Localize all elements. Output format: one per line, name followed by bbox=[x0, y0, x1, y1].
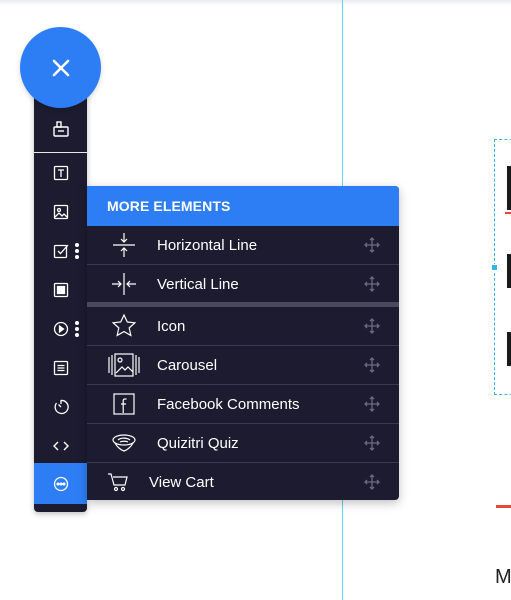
drag-handle-icon[interactable] bbox=[364, 357, 380, 373]
image-icon bbox=[53, 204, 68, 220]
drag-handle-icon[interactable] bbox=[364, 474, 380, 490]
facebook-icon bbox=[113, 393, 135, 415]
element-item-label: Icon bbox=[157, 318, 186, 335]
element-toolbar bbox=[34, 80, 87, 512]
more-options-icon[interactable] bbox=[75, 243, 79, 259]
drag-handle-icon[interactable] bbox=[364, 435, 380, 451]
form-tool[interactable] bbox=[34, 349, 87, 387]
video-tool[interactable] bbox=[34, 310, 87, 348]
panel-title: MORE ELEMENTS bbox=[107, 198, 231, 214]
widget-icon bbox=[52, 121, 69, 137]
timer-tool[interactable] bbox=[34, 388, 87, 426]
element-item-label: Quizitri Quiz bbox=[157, 435, 239, 452]
canvas-text-line bbox=[507, 332, 511, 366]
element-item-horizontal-line[interactable]: Horizontal Line bbox=[87, 226, 399, 265]
box-icon bbox=[53, 282, 68, 298]
element-item-quizitri-quiz[interactable]: Quizitri Quiz bbox=[87, 424, 399, 463]
star-icon bbox=[111, 313, 137, 337]
form-icon bbox=[53, 360, 68, 376]
canvas-text-line bbox=[507, 166, 511, 210]
drag-handle-icon[interactable] bbox=[364, 318, 380, 334]
checkbox-tool[interactable] bbox=[34, 232, 87, 270]
close-icon bbox=[52, 59, 69, 76]
close-toolbar-button[interactable] bbox=[20, 27, 101, 108]
box-tool[interactable] bbox=[34, 271, 87, 309]
element-item-facebook-comments[interactable]: Facebook Comments bbox=[87, 385, 399, 424]
element-item-view-cart[interactable]: View Cart bbox=[87, 463, 399, 500]
resize-handle[interactable] bbox=[491, 264, 498, 271]
horizontal-line-icon bbox=[113, 233, 135, 257]
drag-handle-icon[interactable] bbox=[364, 276, 380, 292]
vertical-line-icon bbox=[112, 273, 136, 295]
element-item-label: Carousel bbox=[157, 357, 218, 374]
element-item-label: Horizontal Line bbox=[157, 237, 258, 254]
code-tool[interactable] bbox=[34, 427, 87, 465]
more-options-icon[interactable] bbox=[75, 321, 79, 337]
canvas-spellcheck-underline bbox=[505, 212, 511, 214]
carousel-icon bbox=[108, 353, 140, 377]
canvas-divider bbox=[496, 505, 511, 508]
drag-handle-icon[interactable] bbox=[364, 237, 380, 253]
timer-icon bbox=[54, 399, 69, 415]
element-item-icon[interactable]: Icon bbox=[87, 307, 399, 346]
code-icon bbox=[52, 441, 69, 451]
panel-header: MORE ELEMENTS bbox=[87, 186, 399, 226]
canvas-text: M bbox=[495, 566, 511, 588]
quiz-icon bbox=[112, 434, 136, 452]
element-item-label: View Cart bbox=[149, 474, 214, 491]
canvas-text-line bbox=[507, 254, 511, 288]
text-icon bbox=[53, 165, 68, 181]
more-icon bbox=[53, 476, 68, 491]
text-tool[interactable] bbox=[34, 154, 87, 192]
play-icon bbox=[53, 321, 68, 337]
widget-tool[interactable] bbox=[34, 110, 87, 148]
element-item-vertical-line[interactable]: Vertical Line bbox=[87, 265, 399, 304]
more-elements-panel: MORE ELEMENTS Horizontal Line Vertical L… bbox=[87, 186, 399, 500]
drag-handle-icon[interactable] bbox=[364, 396, 380, 412]
cart-icon bbox=[108, 473, 128, 492]
element-item-carousel[interactable]: Carousel bbox=[87, 346, 399, 385]
element-item-label: Facebook Comments bbox=[157, 396, 300, 413]
more-elements-tool[interactable] bbox=[34, 463, 87, 504]
checkbox-icon bbox=[53, 244, 68, 259]
toolbar-divider bbox=[34, 152, 87, 153]
top-bar-shadow bbox=[0, 0, 511, 6]
image-tool[interactable] bbox=[34, 193, 87, 231]
element-item-label: Vertical Line bbox=[157, 276, 239, 293]
